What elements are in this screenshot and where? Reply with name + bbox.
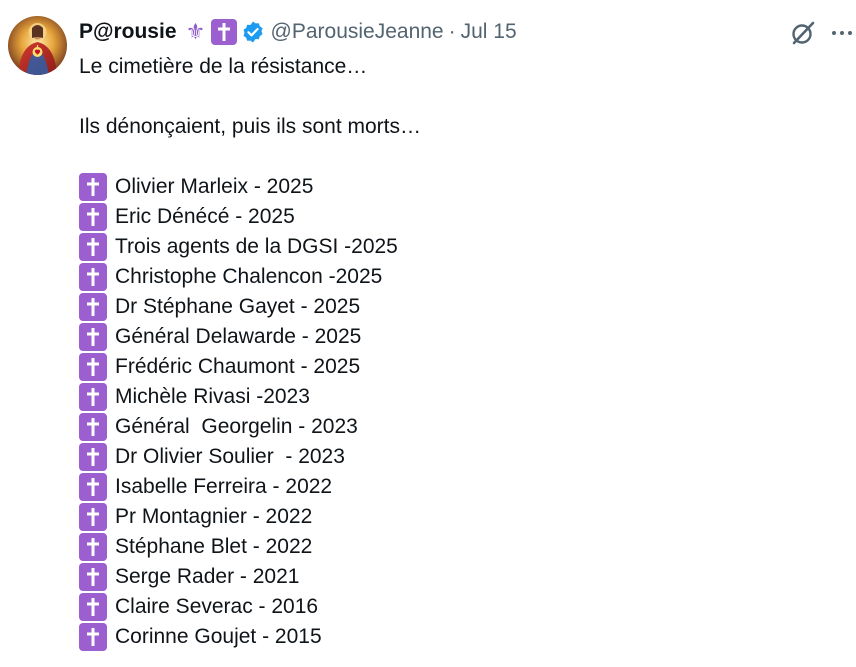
latin-cross-icon bbox=[79, 473, 107, 501]
latin-cross-icon bbox=[79, 173, 107, 201]
list-item: Michèle Rivasi -2023 bbox=[79, 382, 839, 412]
latin-cross-icon bbox=[79, 293, 107, 321]
latin-cross-icon bbox=[79, 503, 107, 531]
list-item-label: Dr Stéphane Gayet - 2025 bbox=[115, 295, 361, 318]
latin-cross-icon bbox=[79, 383, 107, 411]
latin-cross-icon bbox=[79, 413, 107, 441]
tweet-header: P@rousie ⚜ @ParousieJeanne · Jul 15 bbox=[79, 17, 517, 47]
grok-icon bbox=[792, 21, 815, 45]
list-item-label: Trois agents de la DGSI -2025 bbox=[115, 235, 398, 258]
tweet-subtitle: Ils dénonçaient, puis ils sont morts… bbox=[79, 115, 421, 138]
list-item: Dr Stéphane Gayet - 2025 bbox=[79, 292, 839, 322]
tweet-intro: Le cimetière de la résistance… bbox=[79, 55, 368, 78]
list-item: Eric Dénécé - 2025 bbox=[79, 202, 839, 232]
list-item-label: Dr Olivier Soulier - 2023 bbox=[115, 445, 345, 468]
list-item-label: Stéphane Blet - 2022 bbox=[115, 535, 313, 558]
latin-cross-icon bbox=[79, 203, 107, 231]
latin-cross-icon bbox=[79, 623, 107, 651]
list-item: Général Georgelin - 2023 bbox=[79, 412, 839, 442]
list-item: Frédéric Chaumont - 2025 bbox=[79, 352, 839, 382]
memorial-list: Olivier Marleix - 2025 Eric Dénécé - 2025… bbox=[79, 172, 839, 652]
grok-button[interactable] bbox=[787, 17, 819, 49]
list-item: Dr Olivier Soulier - 2023 bbox=[79, 442, 839, 472]
author-display-name[interactable]: P@rousie bbox=[79, 17, 177, 47]
list-item: Stéphane Blet - 2022 bbox=[79, 532, 839, 562]
list-item-label: Général Georgelin - 2023 bbox=[115, 415, 358, 438]
list-item-label: Christophe Chalencon -2025 bbox=[115, 265, 383, 288]
list-item-label: Isabelle Ferreira - 2022 bbox=[115, 475, 333, 498]
verified-badge-icon[interactable] bbox=[241, 20, 265, 44]
list-item-label: Général Delawarde - 2025 bbox=[115, 325, 362, 348]
list-item-label: Olivier Marleix - 2025 bbox=[115, 175, 314, 198]
list-item: Isabelle Ferreira - 2022 bbox=[79, 472, 839, 502]
list-item-label: Pr Montagnier - 2022 bbox=[115, 505, 313, 528]
list-item: Trois agents de la DGSI -2025 bbox=[79, 232, 839, 262]
latin-cross-icon bbox=[79, 323, 107, 351]
list-item-label: Eric Dénécé - 2025 bbox=[115, 205, 295, 228]
more-options-button[interactable] bbox=[826, 17, 856, 49]
list-item: Pr Montagnier - 2022 bbox=[79, 502, 839, 532]
list-item: Corinne Goujet - 2015 bbox=[79, 622, 839, 652]
list-item-label: Michèle Rivasi -2023 bbox=[115, 385, 310, 408]
author-handle[interactable]: @ParousieJeanne bbox=[271, 17, 444, 47]
latin-cross-icon bbox=[79, 233, 107, 261]
list-item: Christophe Chalencon -2025 bbox=[79, 262, 839, 292]
separator-dot: · bbox=[448, 20, 456, 43]
more-options-icon bbox=[832, 31, 852, 35]
fleur-de-lis-icon: ⚜ bbox=[185, 19, 206, 44]
list-item: Claire Severac - 2016 bbox=[79, 592, 839, 622]
latin-cross-icon bbox=[79, 563, 107, 591]
post-date[interactable]: Jul 15 bbox=[461, 17, 517, 47]
list-item-label: Frédéric Chaumont - 2025 bbox=[115, 355, 361, 378]
avatar[interactable] bbox=[8, 16, 67, 75]
latin-cross-icon bbox=[79, 263, 107, 291]
list-item-label: Claire Severac - 2016 bbox=[115, 595, 319, 618]
sacred-heart-avatar-image bbox=[8, 16, 67, 75]
list-item: Olivier Marleix - 2025 bbox=[79, 172, 839, 202]
latin-cross-icon bbox=[79, 353, 107, 381]
latin-cross-icon bbox=[79, 443, 107, 471]
latin-cross-icon bbox=[79, 593, 107, 621]
name-emojis: ⚜ bbox=[183, 19, 237, 45]
list-item: Serge Rader - 2021 bbox=[79, 562, 839, 592]
latin-cross-icon bbox=[79, 533, 107, 561]
tweet-text: Le cimetière de la résistance… Ils dénon… bbox=[79, 52, 839, 652]
list-item-label: Corinne Goujet - 2015 bbox=[115, 625, 322, 648]
list-item: Général Delawarde - 2025 bbox=[79, 322, 839, 352]
latin-cross-icon bbox=[210, 19, 237, 45]
list-item-label: Serge Rader - 2021 bbox=[115, 565, 300, 588]
